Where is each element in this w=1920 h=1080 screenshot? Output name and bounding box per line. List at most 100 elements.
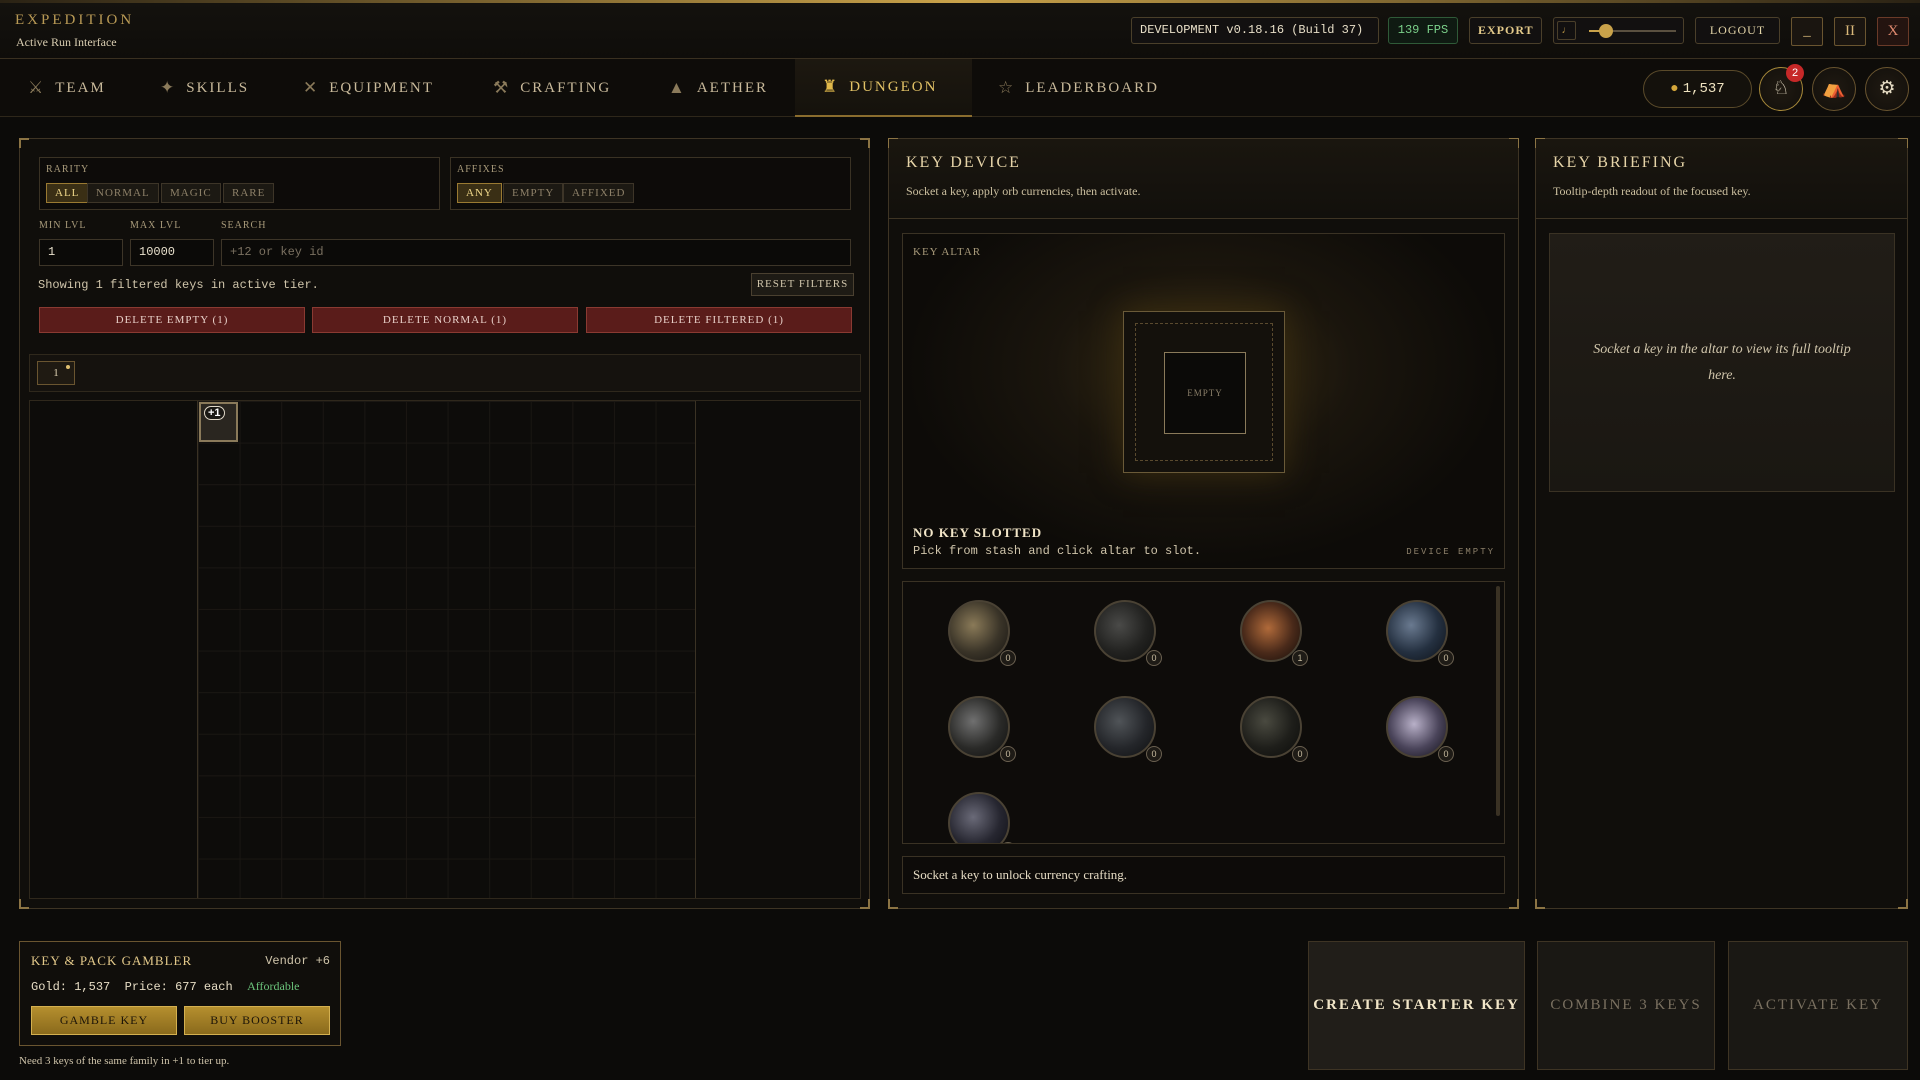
settings-button[interactable]: ⚙ (1865, 67, 1909, 111)
max-lvl-label: MAX LVL (130, 220, 182, 231)
altar-status-title: NO KEY SLOTTED (913, 525, 1043, 540)
pause-button[interactable]: II (1834, 17, 1866, 46)
tab-equipment[interactable]: ✕ EQUIPMENT (303, 59, 443, 117)
crafting-icon: ⚒ (493, 78, 511, 97)
rarity-chip-normal[interactable]: NORMAL (87, 183, 159, 203)
orb-count: 0 (1146, 746, 1162, 762)
volume-slider-handle[interactable] (1599, 24, 1614, 38)
tooltip-readout: Socket a key in the altar to view its fu… (1549, 233, 1895, 492)
speaker-icon[interactable]: ♩ (1557, 21, 1576, 40)
orb-3[interactable]: 1 (1240, 600, 1308, 666)
crafting-status-message: Socket a key to unlock currency crafting… (902, 856, 1505, 894)
affix-filter: AFFIXES ANY EMPTY AFFIXED (450, 157, 851, 210)
key-briefing-panel: KEY BRIEFING Tooltip-depth readout of th… (1535, 138, 1908, 909)
orb-6[interactable]: 0 (1094, 696, 1162, 762)
search-label: SEARCH (221, 220, 267, 231)
rarity-chip-magic[interactable]: MAGIC (161, 183, 221, 203)
tab-label: SKILLS (186, 79, 250, 96)
tab-skills[interactable]: ✦ SKILLS (160, 59, 260, 117)
orb-count: 1 (1292, 650, 1308, 666)
rarity-filter: RARITY ALL NORMAL MAGIC RARE (39, 157, 440, 210)
delete-filtered-button[interactable]: DELETE FILTERED (1) (586, 307, 852, 333)
orb-count: 0 (1000, 746, 1016, 762)
device-state-label: DEVICE EMPTY (1406, 547, 1495, 557)
delete-empty-button[interactable]: DELETE EMPTY (1) (39, 307, 305, 333)
rarity-label: RARITY (46, 164, 90, 175)
top-bar: EXPEDITION Active Run Interface DEVELOPM… (0, 0, 1920, 59)
volume-control[interactable]: ♩ (1553, 17, 1684, 44)
min-lvl-input[interactable]: 1 (39, 239, 123, 266)
min-lvl-label: MIN LVL (39, 220, 87, 231)
activate-key-button[interactable]: ACTIVATE KEY (1728, 941, 1908, 1070)
gold-amount: 1,537 (1682, 81, 1725, 97)
minimize-button[interactable]: _ (1791, 17, 1823, 46)
affix-chip-affixed[interactable]: AFFIXED (563, 183, 635, 203)
gamble-key-button[interactable]: GAMBLE KEY (31, 1006, 177, 1035)
tier-tabs: 1 (29, 354, 861, 392)
affix-chip-any[interactable]: ANY (457, 183, 502, 203)
tab-aether[interactable]: ▲ AETHER (668, 59, 778, 117)
affix-chip-empty[interactable]: EMPTY (503, 183, 564, 203)
dungeon-icon: ♜ (822, 77, 840, 96)
gear-icon: ⚙ (1878, 78, 1896, 99)
orb-7[interactable]: 0 (1240, 696, 1308, 762)
buy-booster-button[interactable]: BUY BOOSTER (184, 1006, 330, 1035)
orb-2[interactable]: 0 (1094, 600, 1162, 666)
panel-title: KEY BRIEFING (1553, 154, 1688, 171)
create-starter-key-button[interactable]: CREATE STARTER KEY (1308, 941, 1525, 1070)
key-item[interactable]: +1 (199, 402, 238, 442)
tab-label: AETHER (696, 79, 768, 96)
price-label: Price: (124, 980, 168, 994)
altar-slot[interactable]: EMPTY (1123, 311, 1285, 473)
tier-tab-1[interactable]: 1 (37, 361, 75, 385)
tab-leaderboard[interactable]: ☆ LEADERBOARD (998, 59, 1158, 117)
max-lvl-input[interactable]: 10000 (130, 239, 214, 266)
delete-normal-button[interactable]: DELETE NORMAL (1) (312, 307, 578, 333)
tab-crafting[interactable]: ⚒ CRAFTING (493, 59, 618, 117)
orb-1[interactable]: 0 (948, 600, 1016, 666)
rarity-chip-all[interactable]: ALL (46, 183, 89, 203)
reset-filters-button[interactable]: RESET FILTERS (751, 273, 854, 296)
tier-indicator-dot (66, 365, 70, 369)
panel-subtitle: Socket a key, apply orb currencies, then… (906, 184, 1141, 198)
stash-grid[interactable] (197, 401, 696, 898)
orb-scrollbar[interactable] (1496, 586, 1500, 816)
fps-counter: 139 FPS (1388, 17, 1458, 44)
combine-keys-button[interactable]: COMBINE 3 KEYS (1537, 941, 1715, 1070)
filter-status-text: Showing 1 filtered keys in active tier. (38, 278, 319, 292)
aether-icon: ▲ (668, 78, 687, 97)
merchant-icon: ⛺ (1822, 78, 1846, 99)
stash-grid-area: +1 (29, 400, 861, 899)
tab-label: TEAM (55, 79, 106, 96)
altar-label: KEY ALTAR (913, 246, 982, 258)
coin-icon: ● (1670, 81, 1679, 97)
search-input[interactable]: +12 or key id (221, 239, 851, 266)
logout-button[interactable]: LOGOUT (1695, 17, 1780, 44)
key-gambler-panel: KEY & PACK GAMBLER Vendor +6 Gold: 1,537… (19, 941, 341, 1046)
shop-button[interactable]: ⛺ (1812, 67, 1856, 111)
tab-team[interactable]: ⚔ TEAM (28, 59, 118, 117)
tab-label: LEADERBOARD (1025, 79, 1159, 96)
orb-count: 0 (1000, 842, 1016, 843)
tier-up-hint: Need 3 keys of the same family in +1 to … (19, 1055, 230, 1067)
orb-9[interactable]: 0 (948, 792, 1016, 843)
export-button[interactable]: EXPORT (1469, 17, 1542, 44)
gold-counter: ● 1,537 (1643, 70, 1752, 108)
orb-8[interactable]: 0 (1386, 696, 1454, 762)
key-altar[interactable]: KEY ALTAR EMPTY NO KEY SLOTTED Pick from… (902, 233, 1505, 569)
gold-label: Gold: (31, 980, 68, 994)
slot-empty-label: EMPTY (1164, 352, 1246, 434)
orb-count: 0 (1438, 746, 1454, 762)
rarity-chip-rare[interactable]: RARE (223, 183, 275, 203)
key-device-panel: KEY DEVICE Socket a key, apply orb curre… (888, 138, 1519, 909)
key-level-badge: +1 (204, 406, 225, 420)
orb-count: 0 (1438, 650, 1454, 666)
orb-5[interactable]: 0 (948, 696, 1016, 762)
panel-header: KEY DEVICE Socket a key, apply orb curre… (889, 139, 1518, 219)
main-nav: ⚔ TEAM ✦ SKILLS ✕ EQUIPMENT ⚒ CRAFTING ▲ AETH… (0, 59, 1920, 117)
panel-header: KEY BRIEFING Tooltip-depth readout of th… (1536, 139, 1907, 219)
orb-4[interactable]: 0 (1386, 600, 1454, 666)
tab-label: CRAFTING (520, 79, 612, 96)
close-button[interactable]: X (1877, 17, 1909, 46)
tab-dungeon[interactable]: ♜ DUNGEON (795, 59, 972, 117)
